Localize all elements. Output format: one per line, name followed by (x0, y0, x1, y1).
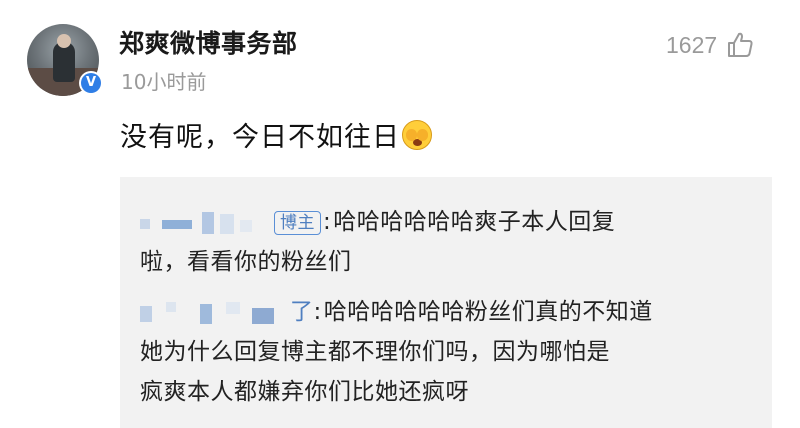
like-count: 1627 (666, 31, 718, 58)
reply-text-continued: 她为什么回复博主都不理你们吗，因为哪怕是 (140, 339, 610, 365)
reply-item[interactable]: 博主:哈哈哈哈哈哈爽子本人回复 啦，看看你的粉丝们 (140, 202, 755, 282)
emoji-hand-right (417, 128, 428, 141)
blogger-badge: 博主 (274, 210, 321, 235)
verified-badge: V (81, 73, 101, 93)
post-text: 没有呢，今日不如往日 (120, 122, 400, 153)
verified-icon: V (79, 71, 103, 95)
reply-separator: : (323, 209, 332, 235)
reply-line: 了:哈哈哈哈哈哈粉丝们真的不知道 (140, 292, 755, 332)
blurred-username (140, 211, 270, 234)
post-content: 没有呢，今日不如往日 (120, 115, 432, 154)
blurred-username (140, 301, 290, 324)
thumbs-up-icon (728, 32, 753, 57)
author-name[interactable]: 郑爽微博事务部 (119, 24, 298, 60)
like-button[interactable]: 1627 (666, 30, 755, 60)
reply-item[interactable]: 了:哈哈哈哈哈哈粉丝们真的不知道 她为什么回复博主都不理你们吗，因为哪怕是 疯爽… (140, 292, 755, 412)
reply-line: 博主:哈哈哈哈哈哈爽子本人回复 (140, 202, 755, 242)
avatar-head (57, 34, 71, 48)
reply-separator: : (313, 299, 322, 325)
emoji-hand-left (406, 128, 417, 141)
reply-text: 哈哈哈哈哈哈爽子本人回复 (333, 209, 616, 235)
avatar-figure (53, 42, 75, 82)
post-time: 10小时前 (121, 70, 207, 94)
face-with-hand-over-mouth-icon (402, 119, 432, 150)
reply-username-tail: 了 (290, 299, 314, 325)
reply-text-continued: 啦，看看你的粉丝们 (140, 249, 352, 275)
reply-text-continued: 疯爽本人都嫌弃你们比她还疯呀 (140, 379, 469, 405)
reply-text: 哈哈哈哈哈哈粉丝们真的不知道 (323, 299, 653, 325)
